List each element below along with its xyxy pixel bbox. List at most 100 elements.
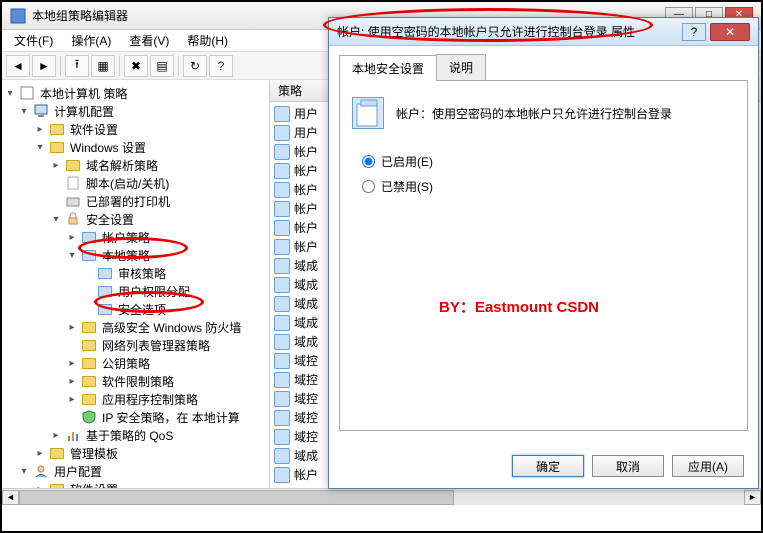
expand-icon[interactable]: ▸ xyxy=(66,232,78,243)
tab-explain[interactable]: 说明 xyxy=(436,54,486,80)
tree-deployed-printers[interactable]: 已部署的打印机 xyxy=(2,192,269,210)
tree-adv-firewall[interactable]: ▸ 高级安全 Windows 防火墙 xyxy=(2,318,269,336)
scroll-track[interactable] xyxy=(19,490,744,505)
back-button[interactable]: ◄ xyxy=(6,55,30,77)
policy-name: 帐户：使用空密码的本地帐户只允许进行控制台登录 xyxy=(396,105,672,122)
cancel-button[interactable]: 取消 xyxy=(592,455,664,477)
expand-icon[interactable]: ▸ xyxy=(66,376,78,387)
expand-icon[interactable]: ▸ xyxy=(66,394,78,405)
policy-item-icon xyxy=(274,144,290,160)
h-scrollbar[interactable]: ◄ ► xyxy=(2,488,761,505)
tree-label: 计算机配置 xyxy=(52,102,116,121)
up-button[interactable]: ⭱ xyxy=(65,55,89,77)
tab-local-security[interactable]: 本地安全设置 xyxy=(339,55,437,81)
tree-qos[interactable]: ▸ 基于策略的 QoS xyxy=(2,426,269,444)
tree-label: 软件设置 xyxy=(68,120,120,139)
expand-icon[interactable]: ▾ xyxy=(4,88,16,99)
list-item-label: 域控 xyxy=(294,352,318,369)
expand-icon[interactable]: ▸ xyxy=(50,160,62,171)
tabs: 本地安全设置 说明 xyxy=(339,54,748,81)
menu-help[interactable]: 帮助(H) xyxy=(179,30,236,51)
expand-icon[interactable]: ▾ xyxy=(50,214,62,225)
separator xyxy=(60,56,61,76)
expand-icon[interactable]: ▾ xyxy=(18,466,30,477)
radio-enabled-input[interactable] xyxy=(362,155,375,168)
menu-action[interactable]: 操作(A) xyxy=(63,30,119,51)
tree-account-policy[interactable]: ▸ 帐户策略 xyxy=(2,228,269,246)
scroll-left-button[interactable]: ◄ xyxy=(2,490,19,505)
tree-root[interactable]: ▾ 本地计算机 策略 xyxy=(2,84,269,102)
expand-icon[interactable]: ▸ xyxy=(50,430,62,441)
tree-app-control[interactable]: ▸ 应用程序控制策略 xyxy=(2,390,269,408)
tree-local-policy[interactable]: ▾ 本地策略 xyxy=(2,246,269,264)
tree-computer-config[interactable]: ▾ 计算机配置 xyxy=(2,102,269,120)
tree-software-settings[interactable]: ▸ 软件设置 xyxy=(2,120,269,138)
tree-software-settings2[interactable]: ▸ 软件设置 xyxy=(2,480,269,488)
policy-item-icon xyxy=(274,410,290,426)
tree-label: 安全设置 xyxy=(84,210,136,229)
dialog-titlebar: 帐户: 使用空密码的本地帐户只允许进行控制台登录 属性 ? ✕ xyxy=(329,18,758,46)
radio-disabled-input[interactable] xyxy=(362,180,375,193)
tree-dns-policy[interactable]: ▸ 域名解析策略 xyxy=(2,156,269,174)
properties-button[interactable]: ▤ xyxy=(150,55,174,77)
expand-icon[interactable]: ▾ xyxy=(34,142,46,153)
tree-security-options[interactable]: 安全选项 xyxy=(2,300,269,318)
user-icon xyxy=(33,463,49,479)
list-item-label: 域成 xyxy=(294,314,318,331)
list-item-label: 域控 xyxy=(294,390,318,407)
scroll-thumb[interactable] xyxy=(19,490,454,505)
expand-icon[interactable]: ▸ xyxy=(34,448,46,459)
tree-label: 域名解析策略 xyxy=(84,156,160,175)
radio-group: 已启用(E) 已禁用(S) xyxy=(362,153,735,195)
apply-button[interactable]: 应用(A) xyxy=(672,455,744,477)
tree-software-restrict[interactable]: ▸ 软件限制策略 xyxy=(2,372,269,390)
radio-disabled[interactable]: 已禁用(S) xyxy=(362,178,735,195)
tree-ip-security[interactable]: IP 安全策略，在 本地计算 xyxy=(2,408,269,426)
tree-windows-settings[interactable]: ▾ Windows 设置 xyxy=(2,138,269,156)
expand-icon[interactable]: ▾ xyxy=(66,250,78,261)
policy-item-icon xyxy=(274,220,290,236)
expand-icon[interactable]: ▸ xyxy=(34,484,46,489)
tree-netlist-mgr[interactable]: 网络列表管理器策略 xyxy=(2,336,269,354)
tree-pane[interactable]: ▾ 本地计算机 策略 ▾ 计算机配置 ▸ 软件设置 ▾ Windows 设置 ▸ xyxy=(2,80,270,488)
radio-enabled-label: 已启用(E) xyxy=(381,153,433,170)
chart-icon xyxy=(65,427,81,443)
expand-icon[interactable]: ▾ xyxy=(18,106,30,117)
menu-file[interactable]: 文件(F) xyxy=(6,30,61,51)
forward-button[interactable]: ► xyxy=(32,55,56,77)
folder-icon xyxy=(65,157,81,173)
dialog-help-button[interactable]: ? xyxy=(682,23,706,41)
tree-public-key[interactable]: ▸ 公钥策略 xyxy=(2,354,269,372)
folder-icon xyxy=(49,481,65,488)
policy-item-icon xyxy=(274,125,290,141)
delete-button[interactable]: ✖ xyxy=(124,55,148,77)
help-button[interactable]: ? xyxy=(209,55,233,77)
policy-item-icon xyxy=(274,277,290,293)
refresh-button[interactable]: ↻ xyxy=(183,55,207,77)
dialog-close-button[interactable]: ✕ xyxy=(710,23,750,41)
folder-icon xyxy=(49,445,65,461)
tree-label: 本地计算机 策略 xyxy=(38,84,129,103)
show-hide-button[interactable]: ▦ xyxy=(91,55,115,77)
tree-user-config[interactable]: ▾ 用户配置 xyxy=(2,462,269,480)
menu-view[interactable]: 查看(V) xyxy=(121,30,177,51)
expand-icon[interactable]: ▸ xyxy=(34,124,46,135)
tree-audit-policy[interactable]: 审核策略 xyxy=(2,264,269,282)
tree-security-settings[interactable]: ▾ 安全设置 xyxy=(2,210,269,228)
policy-icon xyxy=(19,85,35,101)
tree-admin-templates[interactable]: ▸ 管理模板 xyxy=(2,444,269,462)
policy-item-icon xyxy=(274,239,290,255)
tree-user-rights[interactable]: 用户权限分配 xyxy=(2,282,269,300)
tab-content: 帐户：使用空密码的本地帐户只允许进行控制台登录 已启用(E) 已禁用(S) xyxy=(339,81,748,431)
list-item-label: 域控 xyxy=(294,409,318,426)
radio-enabled[interactable]: 已启用(E) xyxy=(362,153,735,170)
ok-button[interactable]: 确定 xyxy=(512,455,584,477)
policy-icon xyxy=(352,97,384,129)
tree-scripts[interactable]: 脚本(启动/关机) xyxy=(2,174,269,192)
tree-label: 用户配置 xyxy=(52,462,104,481)
expand-icon[interactable]: ▸ xyxy=(66,322,78,333)
policy-item-icon xyxy=(274,163,290,179)
expand-icon[interactable]: ▸ xyxy=(66,358,78,369)
scroll-right-button[interactable]: ► xyxy=(744,490,761,505)
policy-item-icon xyxy=(274,106,290,122)
